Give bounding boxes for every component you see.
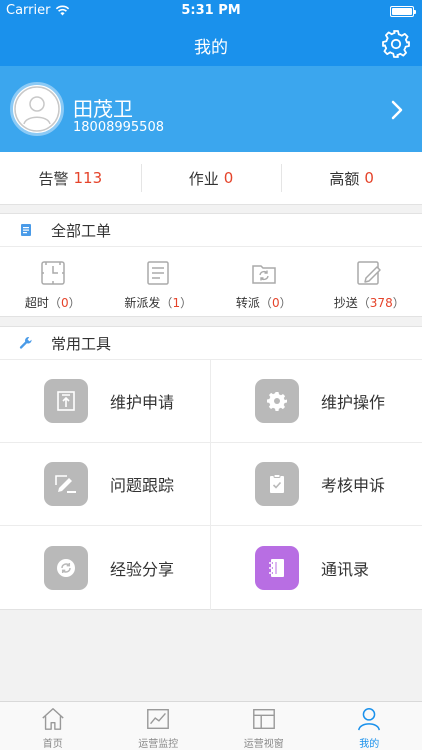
- tab-viewport[interactable]: 运营视窗: [211, 702, 317, 750]
- page-title: 我的: [194, 38, 228, 58]
- stat-value: 0: [364, 169, 374, 187]
- window-layout-icon: [252, 709, 275, 729]
- tab-bar: 首页 运营监控 运营视窗 我的: [0, 701, 422, 750]
- stat-job[interactable]: 作业 0: [140, 152, 282, 204]
- document-icon: [21, 224, 31, 236]
- tool-issue-tracking[interactable]: 问题跟踪: [0, 443, 211, 526]
- stat-label: 高额: [329, 169, 360, 188]
- pencil-doc-icon: [357, 261, 381, 285]
- section-title: 常用工具: [51, 334, 112, 353]
- tab-label: 运营监控: [138, 739, 179, 750]
- tool-contacts[interactable]: 通讯录: [211, 526, 422, 610]
- tab-mine[interactable]: 我的: [317, 702, 422, 750]
- clipboard-check-icon: [255, 462, 299, 506]
- tool-maintenance-request[interactable]: 维护申请: [0, 360, 211, 443]
- line-chart-icon: [147, 709, 170, 729]
- tool-maintenance-operation[interactable]: 维护操作: [211, 360, 422, 443]
- stat-alarm[interactable]: 告警 113: [0, 152, 141, 204]
- order-cc[interactable]: 抄送（378）: [317, 247, 422, 316]
- wrench-icon: [19, 337, 32, 349]
- user-icon: [358, 708, 381, 731]
- order-label: 抄送（378）: [333, 296, 405, 310]
- tool-label: 考核申诉: [321, 476, 386, 495]
- status-time: 5:31 PM: [181, 3, 241, 18]
- tool-appraisal-appeal[interactable]: 考核申诉: [211, 443, 422, 526]
- stat-label: 告警: [38, 169, 69, 188]
- nav-bar: 我的: [0, 22, 422, 66]
- order-label: 转派（0）: [235, 296, 292, 310]
- user-avatar-icon: [14, 86, 60, 132]
- tools-grid: 维护申请 维护操作 问题跟踪 考核申诉 经验分享 通讯录: [0, 360, 422, 610]
- tool-label: 通讯录: [321, 560, 370, 579]
- tab-label: 我的: [359, 739, 380, 750]
- section-title: 全部工单: [51, 221, 112, 240]
- tool-label: 问题跟踪: [110, 476, 175, 495]
- user-phone: 18008995508: [73, 120, 164, 135]
- battery-icon: [390, 6, 416, 17]
- tool-experience-share[interactable]: 经验分享: [0, 526, 211, 610]
- tab-home[interactable]: 首页: [0, 702, 106, 750]
- folder-refresh-icon: [252, 265, 276, 284]
- address-book-icon: [255, 546, 299, 590]
- order-label: 新派发（1）: [124, 296, 193, 310]
- order-transfer[interactable]: 转派（0）: [211, 247, 317, 316]
- tab-label: 首页: [42, 739, 63, 750]
- edit-icon: [44, 462, 88, 506]
- stat-value: 113: [73, 169, 103, 187]
- user-name: 田茂卫: [73, 97, 133, 121]
- tool-label: 维护操作: [321, 393, 386, 412]
- order-timeout[interactable]: 超时（0）: [0, 247, 106, 316]
- profile-header[interactable]: 田茂卫 18008995508: [0, 66, 422, 152]
- gear-icon: [255, 379, 299, 423]
- tools-section-header: 常用工具: [0, 326, 422, 360]
- status-bar: Carrier 5:31 PM: [0, 0, 422, 22]
- stat-high-amount[interactable]: 高额 0: [281, 152, 422, 204]
- stat-value: 0: [223, 169, 234, 187]
- tool-label: 经验分享: [110, 560, 175, 579]
- stats-row: 告警 113 作业 0 高额 0: [0, 152, 422, 205]
- chevron-right-icon[interactable]: [390, 99, 404, 121]
- orders-section-header[interactable]: 全部工单: [0, 213, 422, 247]
- avatar[interactable]: [10, 82, 64, 136]
- orders-row: 超时（0） 新派发（1） 转派（0） 抄送（378）: [0, 247, 422, 317]
- stat-label: 作业: [188, 169, 219, 188]
- tab-monitoring[interactable]: 运营监控: [106, 702, 212, 750]
- upload-box-icon: [44, 379, 88, 423]
- gear-icon[interactable]: [380, 28, 412, 60]
- tab-label: 运营视窗: [243, 739, 284, 750]
- share-refresh-icon: [44, 546, 88, 590]
- clock-icon: [41, 261, 65, 285]
- tool-label: 维护申请: [110, 393, 175, 412]
- home-icon: [42, 708, 64, 730]
- order-label: 超时（0）: [24, 296, 81, 310]
- order-new-dispatch[interactable]: 新派发（1）: [106, 247, 212, 316]
- list-doc-icon: [147, 261, 169, 285]
